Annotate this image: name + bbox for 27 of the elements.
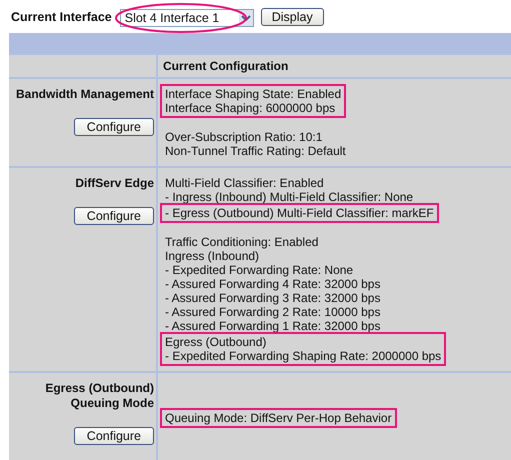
config-line: Traffic Conditioning: Enabled bbox=[165, 235, 320, 249]
config-line: - Assured Forwarding 3 Rate: 32000 bps bbox=[165, 291, 380, 305]
config-line: Interface Shaping State: Enabled bbox=[165, 87, 342, 101]
section-title: Bandwidth Management bbox=[14, 87, 154, 102]
config-line: - Assured Forwarding 1 Rate: 32000 bps bbox=[165, 319, 380, 333]
display-button[interactable]: Display bbox=[260, 8, 324, 26]
config-line: Egress (Outbound) bbox=[165, 335, 268, 349]
config-line: Queuing Mode: DiffServ Per-Hop Behavior bbox=[165, 411, 392, 425]
section-title: DiffServ Edge bbox=[74, 176, 154, 191]
configure-button[interactable]: Configure bbox=[74, 118, 154, 136]
config-line: - Assured Forwarding 4 Rate: 32000 bps bbox=[165, 277, 380, 291]
config-line: - Expedited Forwarding Shaping Rate: 2000000 bps bbox=[165, 349, 442, 363]
config-line: Non-Tunnel Traffic Rating: Default bbox=[165, 144, 346, 158]
configure-button[interactable]: Configure bbox=[74, 207, 154, 225]
config-line: - Expedited Forwarding Rate: None bbox=[165, 263, 354, 277]
config-line: Multi-Field Classifier: Enabled bbox=[165, 176, 325, 190]
interface-label: Current Interface bbox=[11, 10, 112, 24]
config-line: - Egress (Outbound) Multi-Field Classifier: markEF bbox=[165, 206, 434, 220]
config-line: - Assured Forwarding 2 Rate: 10000 bps bbox=[165, 305, 380, 319]
config-line: Interface Shaping: 6000000 bps bbox=[165, 101, 336, 115]
configure-button[interactable]: Configure bbox=[74, 427, 154, 445]
config-line: - Ingress (Inbound) Multi-Field Classifier: None bbox=[165, 190, 414, 204]
config-line: Ingress (Inbound) bbox=[165, 249, 260, 263]
config-line: Over-Subscription Ratio: 10:1 bbox=[165, 130, 324, 144]
interface-select[interactable]: Slot 4 Interface 1 bbox=[120, 8, 254, 26]
section-title: Egress (Outbound) Queuing Mode bbox=[44, 381, 154, 411]
column-header: Current Configuration bbox=[163, 59, 288, 73]
